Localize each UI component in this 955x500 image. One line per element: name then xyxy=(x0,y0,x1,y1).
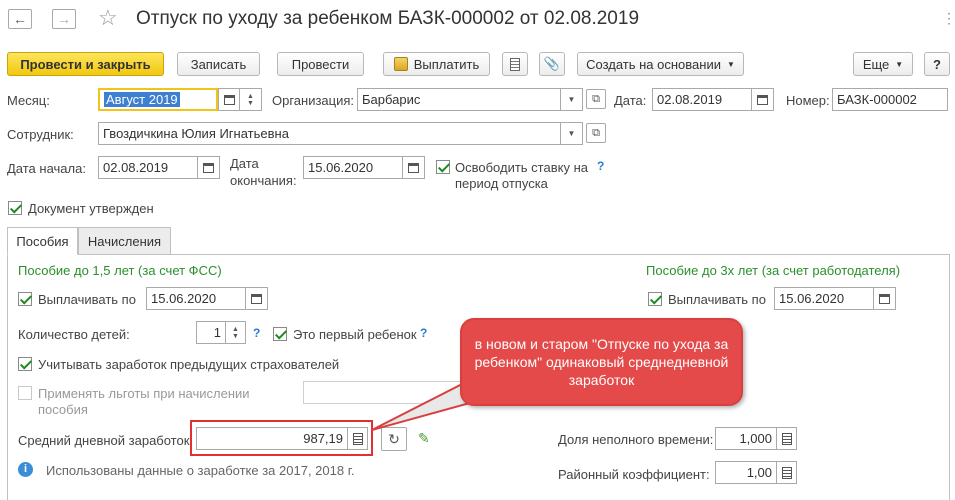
callout-bubble: в новом и старом "Отпуске по ухода за ре… xyxy=(460,318,743,406)
callout-text: в новом и старом "Отпуске по ухода за ре… xyxy=(474,336,729,388)
callout-arrow xyxy=(371,378,490,431)
